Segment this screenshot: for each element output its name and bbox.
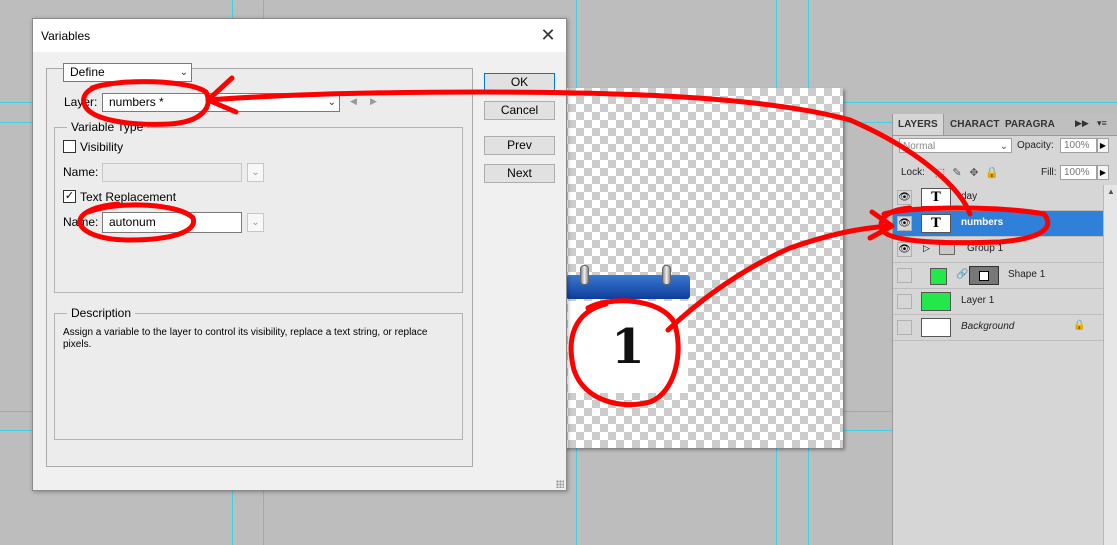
description-text: Assign a variable to the layer to contro… bbox=[63, 327, 428, 350]
visibility-toggle[interactable] bbox=[897, 320, 912, 335]
layer-name: Layer 1 bbox=[961, 295, 995, 306]
text-replacement-label: Text Replacement bbox=[80, 190, 177, 204]
opacity-arrow-icon[interactable]: ▶ bbox=[1097, 138, 1109, 153]
cancel-button[interactable]: Cancel bbox=[484, 101, 555, 120]
expand-panel-icon[interactable]: ▶▶ bbox=[1075, 118, 1089, 129]
chevron-down-icon: ⌄ bbox=[247, 213, 264, 232]
lock-brush-icon[interactable]: ✎ bbox=[951, 167, 963, 179]
lock-transparent-icon[interactable]: ⬚ bbox=[934, 167, 946, 179]
visibility-toggle[interactable] bbox=[897, 268, 912, 283]
calendar-ring bbox=[662, 265, 671, 285]
description-group: Description Assign a variable to the lay… bbox=[54, 306, 463, 440]
text-layer-thumbnail: T bbox=[921, 188, 951, 207]
variable-type-label: Variable Type bbox=[67, 120, 148, 134]
next-layer-icon[interactable]: ▶ bbox=[370, 96, 377, 107]
tab-layers[interactable]: LAYERS bbox=[893, 114, 944, 135]
previous-layer-icon[interactable]: ◀ bbox=[350, 96, 357, 107]
layer-row-layer-1[interactable]: Layer 1 bbox=[893, 289, 1104, 315]
visibility-label: Visibility bbox=[80, 140, 124, 154]
chevron-down-icon: ⌄ bbox=[999, 141, 1008, 152]
pixel-layer-thumbnail bbox=[921, 292, 951, 311]
layer-name: Shape 1 bbox=[1008, 269, 1046, 280]
visibility-name-field bbox=[102, 163, 242, 182]
annotation-arrowhead bbox=[867, 209, 895, 241]
scroll-up-icon[interactable]: ▲ bbox=[1107, 187, 1115, 196]
fill-arrow-icon[interactable]: ▶ bbox=[1097, 165, 1109, 180]
resize-grip[interactable] bbox=[556, 480, 564, 488]
layer-name: day bbox=[961, 191, 978, 202]
layer-select[interactable]: numbers * ⌄ bbox=[102, 93, 340, 112]
opacity-label: Opacity: bbox=[1017, 140, 1054, 151]
layer-row-background[interactable]: Background 🔒 bbox=[893, 315, 1104, 341]
layer-row-day[interactable]: 👁 T day bbox=[893, 185, 1104, 211]
fill-label: Fill: bbox=[1041, 167, 1057, 178]
chevron-down-icon: ⌄ bbox=[179, 67, 188, 78]
eye-icon[interactable]: 👁 bbox=[897, 190, 912, 205]
shape-color-swatch bbox=[930, 268, 947, 285]
variables-dialog: Variables ✕ Define ⌄ Layer: numbers * ⌄ … bbox=[32, 18, 567, 491]
visibility-toggle[interactable] bbox=[897, 294, 912, 309]
blend-mode-value: Normal bbox=[903, 141, 936, 152]
calendar-ring bbox=[580, 265, 589, 285]
layer-select-value: numbers * bbox=[109, 95, 164, 109]
define-select[interactable]: Define ⌄ bbox=[63, 63, 192, 82]
description-label: Description bbox=[67, 306, 136, 320]
calendar-number: 1 bbox=[611, 319, 645, 375]
canvas-document[interactable]: 1 bbox=[560, 88, 843, 448]
opacity-input[interactable]: 100% bbox=[1060, 138, 1097, 153]
layer-row-group-1[interactable]: 👁 ▷ Group 1 bbox=[893, 237, 1104, 263]
layers-scrollbar[interactable]: ▲ bbox=[1103, 185, 1117, 545]
text-replacement-checkbox[interactable]: ✓ bbox=[63, 190, 76, 203]
calendar-header bbox=[566, 265, 690, 299]
define-select-value: Define bbox=[70, 65, 105, 79]
lock-all-icon[interactable]: 🔒 bbox=[985, 167, 999, 179]
vector-mask-thumbnail bbox=[969, 266, 999, 285]
text-name-value: autonum bbox=[109, 215, 156, 229]
close-icon[interactable]: ✕ bbox=[538, 25, 558, 45]
visibility-checkbox[interactable] bbox=[63, 140, 76, 153]
eye-icon[interactable]: 👁 bbox=[897, 216, 912, 231]
layer-name: Group 1 bbox=[967, 243, 1004, 254]
expand-triangle-icon[interactable]: ▷ bbox=[923, 243, 930, 254]
tab-paragraph[interactable]: PARAGRA bbox=[1000, 114, 1060, 135]
blend-mode-select[interactable]: Normal ⌄ bbox=[899, 138, 1012, 153]
calendar-page: 1 bbox=[568, 301, 688, 393]
text-name-label: Name: bbox=[63, 215, 99, 229]
text-layer-thumbnail: T bbox=[921, 214, 951, 233]
eye-icon[interactable]: 👁 bbox=[897, 242, 912, 257]
chevron-down-icon: ⌄ bbox=[327, 97, 336, 108]
variable-type-group: Variable Type Visibility Name: ⌄ ✓ Text … bbox=[54, 120, 463, 293]
lock-move-icon[interactable]: ✥ bbox=[968, 167, 980, 179]
lock-icon: 🔒 bbox=[1073, 320, 1086, 331]
dialog-title: Variables bbox=[41, 29, 91, 43]
text-name-input[interactable]: autonum bbox=[102, 212, 242, 233]
link-icon: 🔗 bbox=[956, 269, 969, 280]
folder-icon bbox=[939, 243, 955, 255]
panel-tabs: LAYERS CHARACT PARAGRA ▶▶ ▾≡ bbox=[893, 114, 1117, 136]
background-thumbnail bbox=[921, 318, 951, 337]
prev-button[interactable]: Prev bbox=[484, 136, 555, 155]
layer-row-numbers[interactable]: 👁 T numbers bbox=[893, 211, 1104, 237]
layer-name: Background bbox=[961, 321, 1015, 332]
fill-input[interactable]: 100% bbox=[1060, 165, 1097, 180]
layer-label: Layer: bbox=[64, 95, 98, 109]
next-button[interactable]: Next bbox=[484, 164, 555, 183]
chevron-down-icon: ⌄ bbox=[247, 163, 264, 182]
dialog-content-frame: Define ⌄ Layer: numbers * ⌄ ◀ ▶ Variable… bbox=[46, 63, 473, 467]
panel-menu-icon[interactable]: ▾≡ bbox=[1097, 118, 1107, 129]
tab-character[interactable]: CHARACT bbox=[945, 114, 1004, 135]
ok-button[interactable]: OK bbox=[484, 73, 555, 92]
layer-name: numbers bbox=[961, 217, 1004, 228]
dialog-titlebar: Variables ✕ bbox=[33, 19, 566, 52]
layers-panel: LAYERS CHARACT PARAGRA ▶▶ ▾≡ Normal ⌄ Op… bbox=[892, 114, 1117, 545]
visibility-name-label: Name: bbox=[63, 165, 99, 179]
lock-label: Lock: bbox=[901, 167, 925, 178]
layer-row-shape-1[interactable]: 🔗 Shape 1 bbox=[893, 263, 1104, 289]
